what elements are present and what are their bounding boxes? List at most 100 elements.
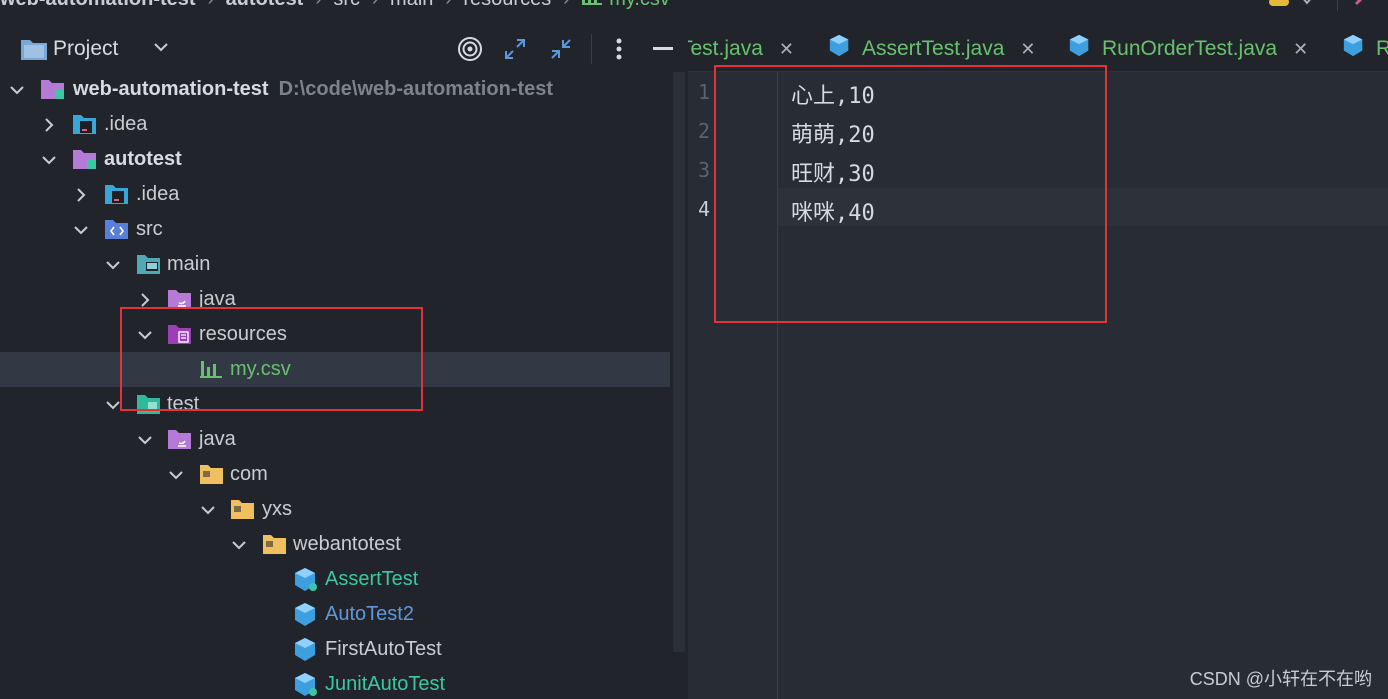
- tree-item-com[interactable]: com: [0, 457, 670, 492]
- chevron-down-icon[interactable]: [166, 465, 186, 485]
- tree-item-label: com: [230, 463, 268, 485]
- code-line[interactable]: 旺财,30: [791, 156, 875, 188]
- chevron-right-icon[interactable]: [71, 185, 91, 205]
- chevron-down-icon[interactable]: [71, 220, 91, 240]
- more-options-icon[interactable]: [606, 36, 632, 62]
- tree-item-root-project[interactable]: web-automation-test D:\code\web-automatio…: [0, 72, 670, 107]
- hammer-icon[interactable]: [1352, 0, 1378, 12]
- project-folder-icon: [20, 37, 48, 66]
- tree-item-yxs[interactable]: yxs: [0, 492, 670, 527]
- code-line[interactable]: 咪咪,40: [791, 195, 875, 227]
- scrollbar-thumb[interactable]: [673, 72, 685, 652]
- tab-test-java[interactable]: Test.java ✕: [688, 26, 794, 71]
- project-tree-scrollbar[interactable]: [670, 72, 688, 699]
- breadcrumb-item-src[interactable]: src: [333, 0, 360, 11]
- chevron-down-icon[interactable]: [39, 150, 59, 170]
- chevron-down-icon[interactable]: [103, 395, 123, 415]
- chevron-right-icon[interactable]: [39, 115, 59, 135]
- breadcrumb-separator: ›: [315, 0, 321, 10]
- chevron-down-icon[interactable]: [135, 430, 155, 450]
- tree-item-firstautotest[interactable]: FirstAutoTest: [0, 632, 670, 667]
- collapse-all-icon[interactable]: [548, 36, 574, 62]
- tree-item-asserttest[interactable]: AssertTest: [0, 562, 670, 597]
- header-divider: [591, 34, 592, 64]
- tab-truncated[interactable]: R: [1342, 26, 1388, 71]
- java-class-icon: [293, 567, 317, 591]
- chevron-down-icon[interactable]: [198, 500, 218, 520]
- line-number: 3: [698, 158, 711, 182]
- line-number: 2: [698, 119, 711, 143]
- watermark: CSDN @小轩在不在哟: [1189, 669, 1372, 689]
- tree-item-label: web-automation-test D:\code\web-automatio…: [73, 78, 554, 100]
- locate-target-icon[interactable]: [457, 36, 483, 62]
- chevron-down-icon[interactable]: [103, 255, 123, 275]
- tree-item-label: test: [167, 393, 200, 415]
- breadcrumb-separator: ›: [372, 0, 378, 10]
- code-line[interactable]: 萌萌,20: [791, 117, 875, 149]
- breadcrumb-item-resources[interactable]: resources: [463, 0, 551, 11]
- line-number-gutter: 1 2 3 4: [688, 72, 778, 699]
- breadcrumb-separator: ›: [208, 0, 214, 10]
- java-class-icon: [293, 602, 317, 626]
- tab-label: AssertTest.java: [862, 37, 1005, 60]
- package-folder-icon: [230, 497, 254, 521]
- code-line[interactable]: 心上,10: [791, 78, 875, 110]
- tree-item-src[interactable]: src: [0, 212, 670, 247]
- close-icon[interactable]: ✕: [1020, 39, 1035, 60]
- breadcrumb: web-automation-test › autotest › src › m…: [0, 0, 1388, 12]
- tree-item-idea[interactable]: .idea: [0, 177, 670, 212]
- chevron-down-icon[interactable]: [1301, 0, 1313, 11]
- project-view-title[interactable]: Project: [53, 37, 118, 61]
- tree-item-idea[interactable]: .idea: [0, 107, 670, 142]
- minimize-icon[interactable]: [650, 36, 676, 62]
- idea-folder-icon: [104, 182, 128, 206]
- breadcrumb-separator: ›: [445, 0, 451, 10]
- main-folder-icon: [136, 252, 160, 276]
- expand-all-icon[interactable]: [502, 36, 528, 62]
- tree-item-autotest[interactable]: autotest: [0, 142, 670, 177]
- close-icon[interactable]: ✕: [1293, 39, 1308, 60]
- tab-runordertest-java[interactable]: RunOrderTest.java ✕: [1068, 26, 1308, 71]
- breadcrumb-item-module[interactable]: autotest: [226, 0, 304, 11]
- csv-file-icon: [199, 358, 223, 382]
- editor-tabs: Test.java ✕ AssertTest.java ✕ RunOrderTe…: [688, 26, 1388, 72]
- chevron-down-icon[interactable]: [152, 38, 170, 61]
- tree-item-label: autotest: [104, 148, 182, 170]
- tree-item-label: AssertTest: [325, 568, 419, 590]
- tree-item-my-csv[interactable]: my.csv: [0, 352, 670, 387]
- toolbar-divider: [1337, 0, 1338, 11]
- tree-item-label: yxs: [262, 498, 292, 520]
- chevron-down-icon[interactable]: [7, 80, 27, 100]
- breadcrumb-item-main[interactable]: main: [390, 0, 433, 11]
- chevron-right-icon[interactable]: [135, 290, 155, 310]
- tree-item-java[interactable]: java: [0, 422, 670, 457]
- tab-asserttest-java[interactable]: AssertTest.java ✕: [828, 26, 1035, 71]
- tree-item-webantotest[interactable]: webantotest: [0, 527, 670, 562]
- module-folder-icon: [40, 77, 64, 101]
- tree-item-label: resources: [199, 323, 287, 345]
- line-number: 1: [698, 80, 711, 104]
- tree-item-autotest2[interactable]: AutoTest2: [0, 597, 670, 632]
- test-folder-icon: [136, 392, 160, 416]
- tree-item-junitautotest[interactable]: JunitAutoTest: [0, 667, 670, 699]
- tree-item-resources[interactable]: resources: [0, 317, 670, 352]
- tab-label: RunOrderTest.java: [1102, 37, 1278, 60]
- java-class-icon: [1342, 34, 1366, 64]
- chevron-down-icon[interactable]: [229, 535, 249, 555]
- project-header: Project: [0, 26, 688, 72]
- java-class-icon: [1068, 34, 1092, 64]
- tree-item-label: my.csv: [230, 358, 291, 380]
- chevron-down-icon[interactable]: [135, 325, 155, 345]
- user-icon[interactable]: [1269, 0, 1295, 12]
- breadcrumb-item-project[interactable]: web-automation-test: [0, 0, 196, 11]
- breadcrumb-item-file[interactable]: my.csv: [609, 0, 670, 11]
- toolbar-right: [1269, 0, 1388, 12]
- tree-item-test[interactable]: test: [0, 387, 670, 422]
- tree-item-java[interactable]: java: [0, 282, 670, 317]
- tree-item-main[interactable]: main: [0, 247, 670, 282]
- java-class-icon: [828, 34, 852, 64]
- close-icon[interactable]: ✕: [779, 39, 794, 60]
- module-folder-icon: [72, 147, 96, 171]
- resources-folder-icon: [167, 322, 191, 346]
- java-class-icon: [293, 637, 317, 661]
